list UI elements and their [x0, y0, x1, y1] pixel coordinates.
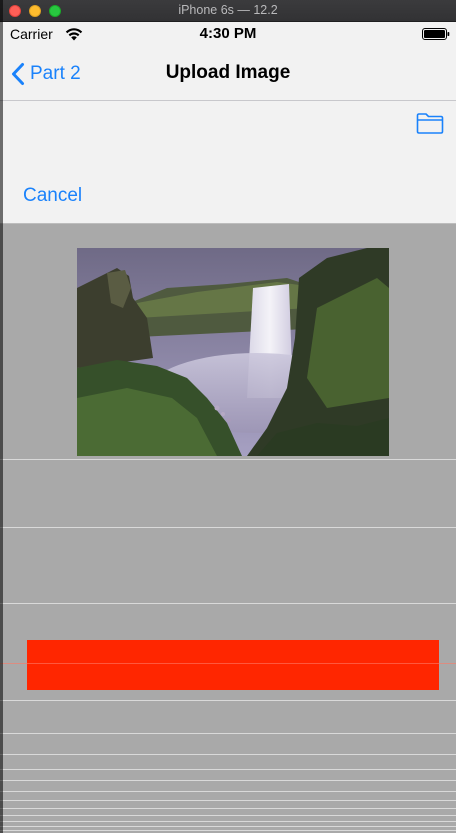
separator-line	[0, 663, 456, 664]
separator-line	[0, 830, 456, 831]
action-bar[interactable]	[27, 640, 439, 690]
separator-line	[0, 808, 456, 809]
selected-image-preview[interactable]	[77, 248, 389, 456]
separator-line	[0, 815, 456, 816]
separator-line	[0, 754, 456, 755]
cancel-button[interactable]: Cancel	[23, 185, 82, 207]
status-time: 4:30 PM	[199, 25, 257, 42]
status-bar: Carrier 4:30 PM	[0, 22, 456, 46]
window-title: iPhone 6s — 12.2	[178, 3, 278, 17]
separator-line	[0, 826, 456, 827]
folder-icon[interactable]	[416, 111, 444, 135]
separator-line	[0, 733, 456, 734]
navigation-bar: Part 2 Upload Image	[0, 46, 456, 101]
separator-line	[0, 769, 456, 770]
window-title-bar: iPhone 6s — 12.2	[0, 0, 456, 22]
page-title: Upload Image	[165, 62, 291, 83]
picker-toolbar: Cancel	[0, 101, 456, 224]
separator-line	[0, 700, 456, 701]
waterfall-photo	[77, 248, 389, 456]
separator-line	[0, 791, 456, 792]
separator-line	[0, 459, 456, 460]
separator-line	[0, 780, 456, 781]
content-area	[0, 224, 456, 833]
separator-line	[0, 821, 456, 822]
separator-line	[0, 800, 456, 801]
simulator-window: iPhone 6s — 12.2 Carrier 4:30 PM Part 2 …	[0, 0, 456, 833]
battery-icon	[422, 28, 450, 40]
separator-line	[0, 527, 456, 528]
separator-line	[0, 603, 456, 604]
window-left-edge	[0, 0, 3, 833]
